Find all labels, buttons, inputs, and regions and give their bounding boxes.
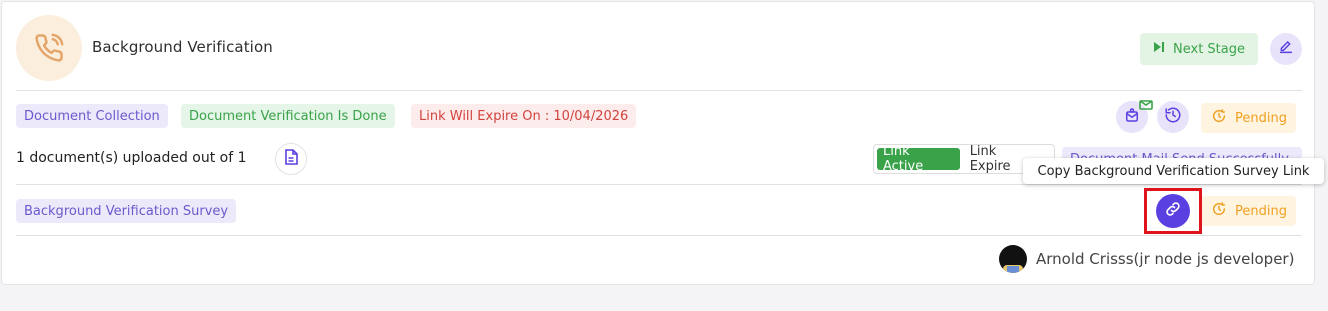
upload-count: 1 document(s) uploaded out of 1 — [16, 150, 247, 166]
tag-link-expiry: Link Will Expire On : 10/04/2026 — [411, 104, 637, 128]
link-active-option[interactable]: Link Active — [877, 144, 960, 174]
edit-icon — [1278, 39, 1294, 59]
link-icon — [1164, 200, 1182, 222]
next-stage-button[interactable]: Next Stage — [1140, 33, 1258, 65]
history-icon — [1164, 106, 1182, 128]
status-label: Pending — [1235, 203, 1287, 219]
status-label: Pending — [1235, 110, 1287, 126]
stage-title: Background Verification — [92, 38, 273, 56]
avatar — [999, 245, 1027, 273]
highlight-box — [1144, 188, 1202, 234]
status-badge: Pending — [1201, 196, 1296, 226]
phone-icon — [16, 15, 82, 81]
pending-clock-icon — [1211, 201, 1227, 221]
skip-next-icon — [1153, 41, 1165, 57]
status-badge: Pending — [1201, 103, 1296, 133]
edit-button[interactable] — [1270, 33, 1302, 65]
copy-survey-link-button[interactable] — [1156, 194, 1190, 228]
divider — [16, 90, 1302, 91]
history-button[interactable] — [1157, 101, 1189, 133]
assigned-user: Arnold Crisss(jr node js developer) — [1036, 250, 1295, 268]
mail-sent-check-icon — [1139, 95, 1153, 110]
tag-survey: Background Verification Survey — [16, 199, 237, 223]
copy-link-tooltip: Copy Background Verification Survey Link — [1023, 158, 1324, 184]
divider — [16, 184, 1302, 185]
next-stage-label: Next Stage — [1173, 41, 1245, 57]
divider — [16, 235, 1302, 236]
document-icon — [284, 149, 298, 169]
pending-clock-icon — [1211, 108, 1227, 128]
view-documents-button[interactable] — [275, 143, 307, 175]
tag-document-collection: Document Collection — [16, 104, 168, 128]
tag-verification-done: Document Verification Is Done — [181, 104, 395, 128]
stage-card: Background Verification Next Stage Docum… — [1, 1, 1324, 285]
